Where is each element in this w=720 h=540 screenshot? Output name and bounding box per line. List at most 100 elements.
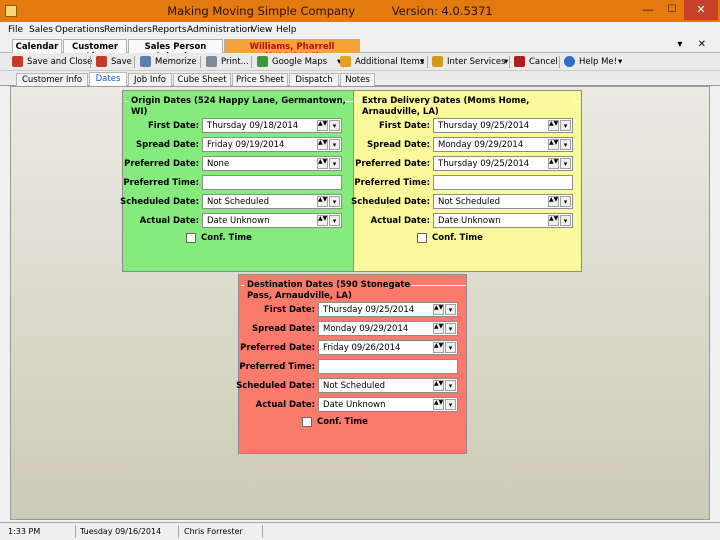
- origin-preferred-time-input[interactable]: [202, 175, 342, 190]
- origin-preferred-date-picker[interactable]: None ▲▼ ▾: [202, 156, 342, 171]
- spin-icon[interactable]: ▲▼: [317, 139, 328, 150]
- doc-tab-customer-list[interactable]: Customer List: [63, 39, 127, 62]
- checkbox-box[interactable]: [186, 233, 196, 243]
- destination-scheduled-date-picker[interactable]: Not Scheduled ▲▼ ▾: [318, 378, 458, 393]
- spin-icon[interactable]: ▲▼: [433, 399, 444, 410]
- chevron-down-icon[interactable]: ▾: [420, 57, 424, 67]
- extra-actual-date-picker[interactable]: Date Unknown ▲▼ ▾: [433, 213, 573, 228]
- menu-operations[interactable]: Operations: [55, 25, 104, 35]
- chevron-down-icon[interactable]: ▾: [560, 139, 571, 150]
- spin-icon[interactable]: ▲▼: [317, 215, 328, 226]
- chevron-down-icon[interactable]: ▾: [560, 120, 571, 131]
- preferred-date-label: Preferred Date:: [124, 159, 199, 169]
- extra-scheduled-date-picker[interactable]: Not Scheduled ▲▼ ▾: [433, 194, 573, 209]
- chevron-down-icon[interactable]: ▾: [560, 215, 571, 226]
- status-bar: 1:33 PM Tuesday 09/16/2014 Chris Forrest…: [0, 522, 720, 540]
- chevron-down-icon[interactable]: ▾: [618, 57, 622, 67]
- spin-icon[interactable]: ▲▼: [433, 323, 444, 334]
- spin-icon[interactable]: ▲▼: [317, 158, 328, 169]
- chevron-down-icon[interactable]: ▾: [329, 120, 340, 131]
- destination-first-date-picker[interactable]: Thursday 09/25/2014 ▲▼ ▾: [318, 302, 458, 317]
- preferred-time-label: Preferred Time:: [123, 178, 199, 188]
- cancel-icon: [514, 56, 525, 67]
- spin-icon[interactable]: ▲▼: [548, 139, 559, 150]
- spin-icon[interactable]: ▲▼: [433, 342, 444, 353]
- menu-help[interactable]: Help: [276, 25, 297, 35]
- tab-cube-sheet[interactable]: Cube Sheet: [173, 73, 231, 86]
- chevron-down-icon[interactable]: ▾: [329, 158, 340, 169]
- actual-date-label: Actual Date:: [255, 400, 315, 410]
- chevron-down-icon[interactable]: ▾: [445, 399, 456, 410]
- tab-job-info[interactable]: Job Info: [128, 73, 172, 86]
- menu-administration[interactable]: Administration: [187, 25, 253, 35]
- extra-preferred-time-input[interactable]: [433, 175, 573, 190]
- spin-icon[interactable]: ▲▼: [548, 120, 559, 131]
- destination-actual-date-picker[interactable]: Date Unknown ▲▼ ▾: [318, 397, 458, 412]
- doc-tab-controls[interactable]: ▾ ✕: [677, 39, 712, 50]
- chevron-down-icon[interactable]: ▾: [445, 304, 456, 315]
- minimize-button[interactable]: —: [636, 0, 660, 20]
- additional-items-icon: [340, 56, 351, 67]
- chevron-down-icon[interactable]: ▾: [445, 342, 456, 353]
- menu-sales[interactable]: Sales: [29, 25, 53, 35]
- menu-reports[interactable]: Reports: [152, 25, 187, 35]
- doc-tab-calendar[interactable]: Calendar: [12, 39, 62, 53]
- preferred-date-label: Preferred Date:: [240, 343, 315, 353]
- maximize-button[interactable]: ☐: [660, 0, 684, 20]
- destination-preferred-date-picker[interactable]: Friday 09/26/2014 ▲▼ ▾: [318, 340, 458, 355]
- origin-scheduled-date-picker[interactable]: Not Scheduled ▲▼ ▾: [202, 194, 342, 209]
- spin-icon[interactable]: ▲▼: [548, 158, 559, 169]
- spin-icon[interactable]: ▲▼: [317, 196, 328, 207]
- printer-icon: [206, 56, 217, 67]
- destination-preferred-time-input[interactable]: [318, 359, 458, 374]
- destination-title: Destination Dates (590 Stonegate Pass, A…: [247, 280, 411, 301]
- origin-spread-date-picker[interactable]: Friday 09/19/2014 ▲▼ ▾: [202, 137, 342, 152]
- date-value: Friday 09/26/2014: [323, 343, 401, 353]
- extra-preferred-date-picker[interactable]: Thursday 09/25/2014 ▲▼ ▾: [433, 156, 573, 171]
- conf-time-label: Conf. Time: [317, 417, 368, 427]
- spin-icon[interactable]: ▲▼: [433, 380, 444, 391]
- document-tabs: Calendar Customer List Sales Person Cale…: [0, 38, 720, 62]
- date-value: None: [207, 159, 230, 169]
- dates-content: Origin Dates (524 Happy Lane, Germantown…: [10, 86, 710, 520]
- close-button[interactable]: ✕: [684, 0, 718, 20]
- tab-customer-info[interactable]: Customer Info: [16, 73, 88, 86]
- chevron-down-icon[interactable]: ▾: [329, 196, 340, 207]
- spin-icon[interactable]: ▲▼: [433, 304, 444, 315]
- save-icon: [96, 56, 107, 67]
- chevron-down-icon[interactable]: ▾: [504, 57, 508, 67]
- date-value: Not Scheduled: [323, 381, 386, 391]
- origin-first-date-picker[interactable]: Thursday 09/18/2014 ▲▼ ▾: [202, 118, 342, 133]
- doc-tab-sales-person-calendar[interactable]: Sales Person Calendar: [128, 39, 223, 62]
- spin-icon[interactable]: ▲▼: [548, 215, 559, 226]
- tab-price-sheet[interactable]: Price Sheet: [232, 73, 288, 86]
- menu-file[interactable]: File: [8, 25, 23, 35]
- spread-date-label: Spread Date:: [252, 324, 315, 334]
- chevron-down-icon[interactable]: ▾: [329, 215, 340, 226]
- spin-icon[interactable]: ▲▼: [548, 196, 559, 207]
- origin-actual-date-picker[interactable]: Date Unknown ▲▼ ▾: [202, 213, 342, 228]
- date-value: Date Unknown: [438, 216, 501, 226]
- extra-first-date-picker[interactable]: Thursday 09/25/2014 ▲▼ ▾: [433, 118, 573, 133]
- chevron-down-icon[interactable]: ▾: [560, 158, 571, 169]
- tab-notes[interactable]: Notes: [340, 73, 375, 86]
- tab-dates[interactable]: Dates: [89, 72, 127, 87]
- chevron-down-icon[interactable]: ▾: [445, 323, 456, 334]
- chevron-down-icon[interactable]: ▾: [560, 196, 571, 207]
- toolbar-separator: [134, 56, 135, 68]
- status-date: Tuesday 09/16/2014: [80, 527, 162, 536]
- spin-icon[interactable]: ▲▼: [317, 120, 328, 131]
- chevron-down-icon[interactable]: ▾: [445, 380, 456, 391]
- destination-spread-date-picker[interactable]: Monday 09/29/2014 ▲▼ ▾: [318, 321, 458, 336]
- origin-title: Origin Dates (524 Happy Lane, Germantown…: [131, 96, 346, 117]
- spread-date-label: Spread Date:: [367, 140, 430, 150]
- extra-spread-date-picker[interactable]: Monday 09/29/2014 ▲▼ ▾: [433, 137, 573, 152]
- chevron-down-icon[interactable]: ▾: [329, 139, 340, 150]
- checkbox-box[interactable]: [417, 233, 427, 243]
- menu-view[interactable]: View: [251, 25, 272, 35]
- checkbox-box[interactable]: [302, 417, 312, 427]
- tab-dispatch[interactable]: Dispatch: [289, 73, 339, 86]
- doc-tab-customer[interactable]: Williams, Pharrell (9/18/2014): [224, 39, 360, 62]
- menu-reminders[interactable]: Reminders: [104, 25, 152, 35]
- toolbar-separator: [427, 56, 428, 68]
